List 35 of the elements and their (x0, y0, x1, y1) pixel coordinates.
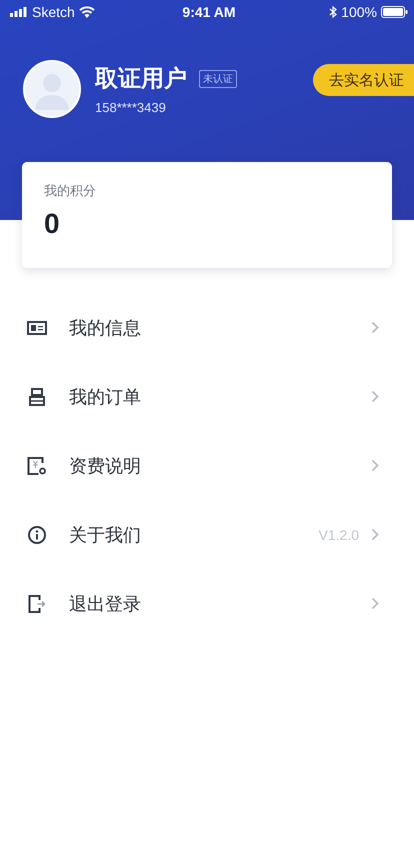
carrier-name: Sketch (32, 4, 75, 20)
chevron-icon (371, 390, 379, 403)
id-card-icon (27, 320, 47, 334)
menu-item[interactable]: 资费说明 (0, 431, 414, 500)
battery-percent: 100% (341, 4, 377, 20)
menu-item[interactable]: 我的信息 (0, 293, 414, 362)
fee-icon (27, 456, 47, 474)
bluetooth-icon (329, 6, 338, 18)
avatar-icon (23, 60, 81, 118)
logout-icon (27, 594, 47, 612)
points-label: 我的积分 (44, 183, 97, 200)
menu-item[interactable]: 我的订单 (0, 362, 414, 431)
info-icon (27, 526, 47, 544)
battery-icon (380, 6, 408, 18)
menu-label: 资费说明 (69, 454, 142, 478)
chevron-icon (371, 528, 379, 541)
signal-icon (10, 7, 28, 17)
chevron-icon (371, 459, 379, 472)
phone-number: 158****3439 (95, 100, 167, 115)
chevron-icon (371, 597, 379, 610)
status-time: 9:41 AM (182, 4, 236, 20)
verify-button[interactable]: 去实名认证 (313, 64, 414, 96)
menu-item[interactable]: 关于我们 V1.2.0 (0, 500, 414, 569)
user-name: 取证用户 (95, 65, 187, 94)
order-icon (27, 388, 47, 406)
menu-label: 退出登录 (69, 592, 142, 616)
wifi-icon (78, 6, 95, 18)
menu-item[interactable]: 退出登录 (0, 569, 414, 638)
menu-label: 关于我们 (69, 524, 142, 546)
version-text: V1.2.0 (318, 526, 359, 542)
chevron-icon (371, 321, 379, 334)
menu-label: 我的信息 (69, 316, 142, 340)
status-badge: 未认证 (199, 70, 237, 88)
menu-label: 我的订单 (69, 386, 142, 408)
points-value: 0 (44, 208, 61, 240)
